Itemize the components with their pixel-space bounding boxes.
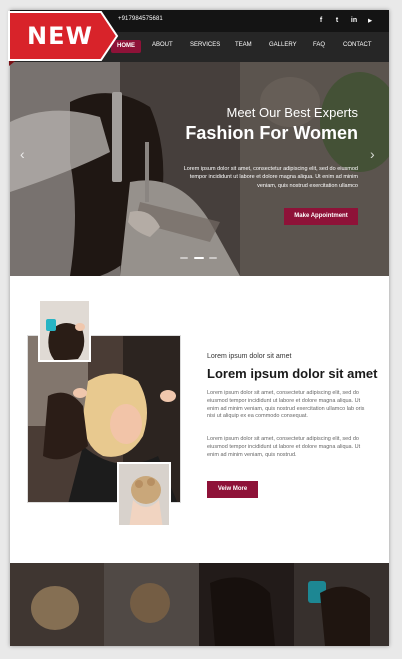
- styling-photo-small: [38, 299, 91, 362]
- hero-title: Fashion For Women: [185, 123, 358, 143]
- slider-dot[interactable]: [180, 257, 188, 259]
- hero-text: Lorem ipsum dolor sit amet, consectetur …: [183, 166, 358, 189]
- hero-subtitle: Meet Our Best Experts: [226, 105, 359, 120]
- chevron-left-icon[interactable]: ‹: [20, 146, 25, 162]
- nav-team[interactable]: TEAM: [235, 42, 252, 48]
- updo-photo-small: [117, 462, 171, 527]
- nav-about[interactable]: ABOUT: [152, 42, 173, 48]
- phone-number[interactable]: +917984575681: [118, 16, 163, 22]
- gallery-strip: [10, 563, 389, 646]
- chevron-right-icon[interactable]: ›: [370, 146, 375, 162]
- youtube-icon[interactable]: ▶: [364, 15, 376, 27]
- hero-slider: ‹ › Meet Our Best Experts Fashion For Wo…: [10, 62, 389, 276]
- slider-dot-active[interactable]: [194, 257, 204, 259]
- nav-contact[interactable]: CONTACT: [343, 42, 372, 48]
- make-appointment-button[interactable]: Make Appointment: [284, 208, 358, 225]
- view-more-button[interactable]: Veiw More: [207, 481, 258, 498]
- gallery-images: [10, 563, 389, 646]
- nav-services[interactable]: SERVICES: [190, 42, 220, 48]
- about-paragraph-2: Lorem ipsum dolor sit amet, consectetur …: [207, 436, 361, 458]
- nav-gallery[interactable]: GALLERY: [269, 42, 297, 48]
- slider-dot[interactable]: [209, 257, 217, 259]
- facebook-icon[interactable]: f: [315, 15, 327, 27]
- website-frame: +917984575681 f t in ▶ HOME ABOUT SERVIC…: [10, 10, 389, 646]
- about-subtitle: Lorem ipsum dolor sit amet: [207, 353, 292, 360]
- about-title: Lorem ipsum dolor sit amet: [207, 366, 378, 381]
- nav-faq[interactable]: FAQ: [313, 42, 325, 48]
- new-badge-label: NEW: [27, 22, 93, 50]
- about-paragraph-1: Lorem ipsum dolor sit amet, consectetur …: [207, 390, 365, 420]
- linkedin-icon[interactable]: in: [348, 15, 360, 27]
- twitter-icon[interactable]: t: [331, 15, 343, 27]
